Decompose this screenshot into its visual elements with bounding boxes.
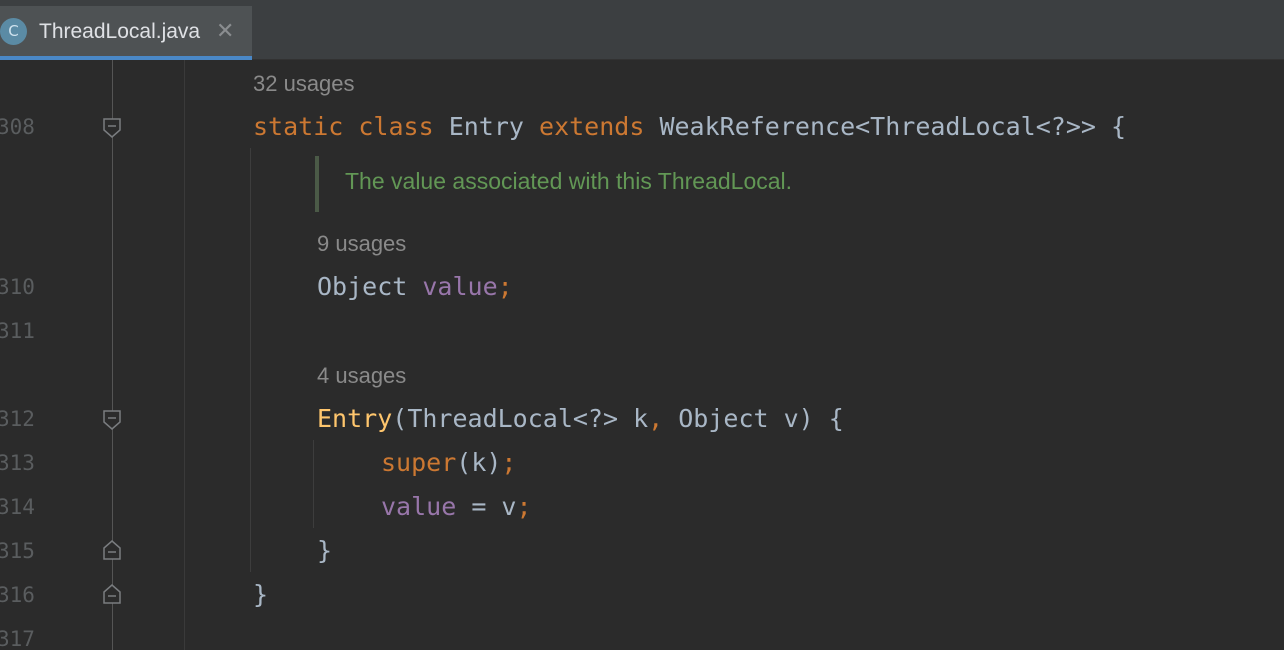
field-name: value (422, 272, 498, 301)
line-number: 315 (0, 539, 35, 563)
code-text: (ThreadLocal<?> k (392, 404, 649, 433)
line-number: 308 (0, 115, 35, 139)
line-number: 310 (0, 275, 35, 299)
indent-guide (250, 148, 251, 572)
keyword: class (358, 112, 434, 141)
semicolon: ; (501, 448, 517, 477)
gutter-fold-line (112, 60, 113, 650)
semicolon: ; (516, 492, 532, 521)
code-line-314[interactable]: value = v; (381, 492, 532, 522)
code-line-310[interactable]: Object value; (317, 272, 513, 302)
doc-comment-bar (315, 156, 319, 212)
inlay-usages-constructor[interactable]: 4 usages (317, 363, 406, 389)
code-line-308[interactable]: static class Entry extends WeakReference… (253, 112, 1126, 142)
line-number: 317 (0, 627, 35, 650)
keyword: super (381, 448, 457, 477)
line-number: 313 (0, 451, 35, 475)
active-tab-indicator (0, 56, 252, 60)
type-name: Object (317, 272, 408, 301)
line-number: 311 (0, 319, 35, 343)
closing-brace: } (253, 580, 269, 609)
line-number: 316 (0, 583, 35, 607)
code-text: (k) (456, 448, 502, 477)
indent-guide (313, 440, 314, 528)
doc-comment[interactable]: The value associated with this ThreadLoc… (345, 167, 792, 195)
code-text: WeakReference<ThreadLocal<?>> { (659, 112, 1127, 141)
code-line-315[interactable]: } (317, 536, 332, 566)
comma: , (648, 404, 664, 433)
close-icon[interactable]: ✕ (216, 19, 234, 45)
fold-icon[interactable] (102, 539, 122, 561)
closing-brace: } (317, 536, 333, 565)
class-icon: C (0, 18, 27, 45)
tab-title: ThreadLocal.java (39, 20, 201, 43)
semicolon: ; (497, 272, 513, 301)
line-number: 312 (0, 407, 35, 431)
inlay-usages-field[interactable]: 9 usages (317, 231, 406, 257)
code-line-316[interactable]: } (253, 580, 268, 610)
fold-icon[interactable] (102, 117, 122, 139)
line-number: 314 (0, 495, 35, 519)
field-name: value (381, 492, 457, 521)
code-text: = v (456, 492, 517, 521)
keyword: static (253, 112, 344, 141)
keyword: extends (539, 112, 645, 141)
fold-icon[interactable] (102, 409, 122, 431)
editor-tab-bar: C ThreadLocal.java ✕ (0, 6, 1284, 60)
constructor-name: Entry (317, 404, 393, 433)
tab-threadlocal-java[interactable]: C ThreadLocal.java ✕ (0, 6, 252, 60)
code-line-312[interactable]: Entry(ThreadLocal<?> k, Object v) { (317, 404, 844, 434)
class-name: Entry (448, 112, 524, 141)
inlay-usages-class[interactable]: 32 usages (253, 71, 355, 97)
code-text: Object v) { (663, 404, 844, 433)
code-line-313[interactable]: super(k); (381, 448, 516, 478)
fold-icon[interactable] (102, 583, 122, 605)
gutter-separator (184, 60, 185, 650)
